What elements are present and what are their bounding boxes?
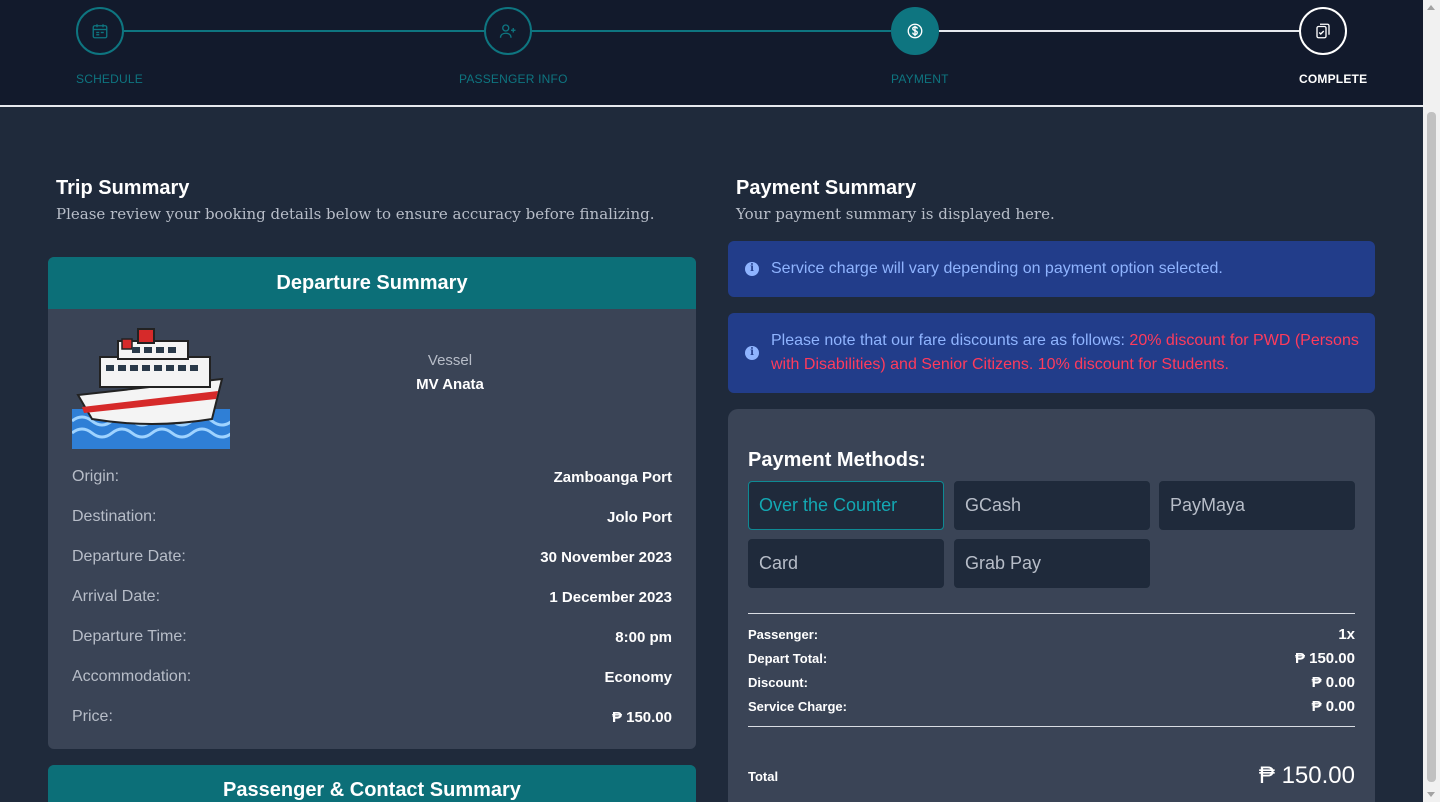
payment-method-gcash[interactable]: GCash	[954, 481, 1150, 530]
row-value: ₱ 0.00	[1311, 673, 1355, 691]
row-value: 8:00 pm	[615, 628, 672, 646]
info-icon: i	[745, 346, 759, 360]
scrollbar-thumb[interactable]	[1427, 112, 1436, 782]
row-value: ₱ 0.00	[1311, 697, 1355, 715]
row-label: Arrival Date:	[72, 588, 161, 605]
row-label: Accommodation:	[72, 668, 192, 685]
total-label: Total	[748, 768, 779, 784]
service-charge-alert-text: Service charge will vary depending on pa…	[771, 260, 1223, 277]
row-label: Destination:	[72, 508, 157, 525]
departure-summary-header: Departure Summary	[48, 257, 696, 309]
booking-stepper: SCHEDULE PASSENGER INFO PAYMENT COMPLETE	[0, 0, 1423, 107]
payment-method-grab-pay[interactable]: Grab Pay	[954, 539, 1150, 588]
divider	[748, 726, 1355, 727]
row-label: Departure Time:	[72, 628, 187, 645]
ship-illustration	[72, 328, 230, 449]
dollar-icon	[907, 23, 923, 39]
vessel-label: Vessel	[427, 352, 473, 369]
summary-row-departure-time: Departure Time: 8:00 pm	[72, 625, 672, 649]
discount-alert: i Please note that our fare discounts ar…	[728, 313, 1375, 393]
row-label: Service Charge:	[748, 698, 847, 714]
page-scrollbar[interactable]	[1423, 0, 1440, 802]
row-label: Origin:	[72, 468, 120, 485]
summary-row-arrival-date: Arrival Date: 1 December 2023	[72, 585, 672, 609]
payment-row-passenger: Passenger: 1x	[748, 624, 1355, 644]
row-value: 30 November 2023	[540, 548, 672, 566]
scroll-down-arrow-icon[interactable]	[1427, 792, 1435, 797]
step-label-payment: PAYMENT	[891, 72, 949, 86]
stepper-remaining-line	[939, 30, 1299, 32]
summary-row-origin: Origin: Zamboanga Port	[72, 465, 672, 489]
step-schedule[interactable]	[76, 7, 124, 55]
row-value: Zamboanga Port	[553, 468, 672, 486]
row-value: ₱ 150.00	[1294, 649, 1355, 667]
row-value: 1x	[1338, 625, 1355, 643]
payment-method-paymaya[interactable]: PayMaya	[1159, 481, 1355, 530]
step-label-passenger-info: PASSENGER INFO	[459, 72, 568, 86]
row-label: Price:	[72, 708, 113, 725]
service-charge-alert: i Service charge will vary depending on …	[728, 241, 1375, 297]
row-value: Jolo Port	[606, 508, 672, 526]
row-label: Passenger:	[748, 626, 819, 642]
row-label: Departure Date:	[72, 548, 186, 565]
payment-methods-title: Payment Methods:	[748, 449, 926, 471]
payment-row-service-charge: Service Charge: ₱ 0.00	[748, 696, 1355, 716]
row-value: Economy	[604, 668, 672, 686]
payment-method-over-the-counter[interactable]: Over the Counter	[748, 481, 944, 530]
user-plus-icon	[499, 24, 516, 38]
calendar-icon	[92, 24, 108, 39]
payment-row-depart-total: Depart Total: ₱ 150.00	[748, 648, 1355, 668]
scroll-up-arrow-icon[interactable]	[1427, 5, 1435, 10]
summary-row-destination: Destination: Jolo Port	[72, 505, 672, 529]
trip-summary-subtitle: Please review your booking details below…	[56, 205, 655, 223]
discount-alert-text: Please note that our fare discounts are …	[771, 329, 1361, 377]
total-value: ₱ 150.00	[1258, 762, 1355, 789]
payment-summary-title: Payment Summary	[736, 177, 917, 199]
row-label: Depart Total:	[748, 650, 828, 666]
step-label-complete: COMPLETE	[1299, 72, 1368, 86]
summary-row-departure-date: Departure Date: 30 November 2023	[72, 545, 672, 569]
step-complete[interactable]	[1299, 7, 1347, 55]
summary-row-price: Price: ₱ 150.00	[72, 705, 672, 729]
departure-summary-card: Departure Summary Vessel MV Anata Origin…	[48, 257, 696, 749]
passenger-contact-summary-header: Passenger & Contact Summary	[48, 765, 696, 802]
payment-methods-card: Payment Methods: Over the Counter GCash …	[728, 409, 1375, 802]
row-value: 1 December 2023	[549, 588, 672, 606]
info-icon: i	[745, 262, 759, 276]
row-value: ₱ 150.00	[611, 708, 672, 726]
step-payment[interactable]	[891, 7, 939, 55]
summary-row-accommodation: Accommodation: Economy	[72, 665, 672, 689]
trip-summary-title: Trip Summary	[56, 177, 190, 199]
payment-row-discount: Discount: ₱ 0.00	[748, 672, 1355, 692]
divider	[748, 613, 1355, 614]
payment-total-row: Total ₱ 150.00	[748, 761, 1355, 791]
discount-alert-prefix: Please note that our fare discounts are …	[771, 332, 1130, 349]
vessel-name: MV Anata	[416, 376, 484, 393]
step-passenger-info[interactable]	[484, 7, 532, 55]
passenger-contact-summary-card: Passenger & Contact Summary	[48, 765, 696, 802]
row-label: Discount:	[748, 674, 808, 690]
clipboard-check-icon	[1316, 23, 1330, 39]
payment-summary-subtitle: Your payment summary is displayed here.	[736, 205, 1055, 223]
payment-method-card[interactable]: Card	[748, 539, 944, 588]
step-label-schedule: SCHEDULE	[76, 72, 143, 86]
